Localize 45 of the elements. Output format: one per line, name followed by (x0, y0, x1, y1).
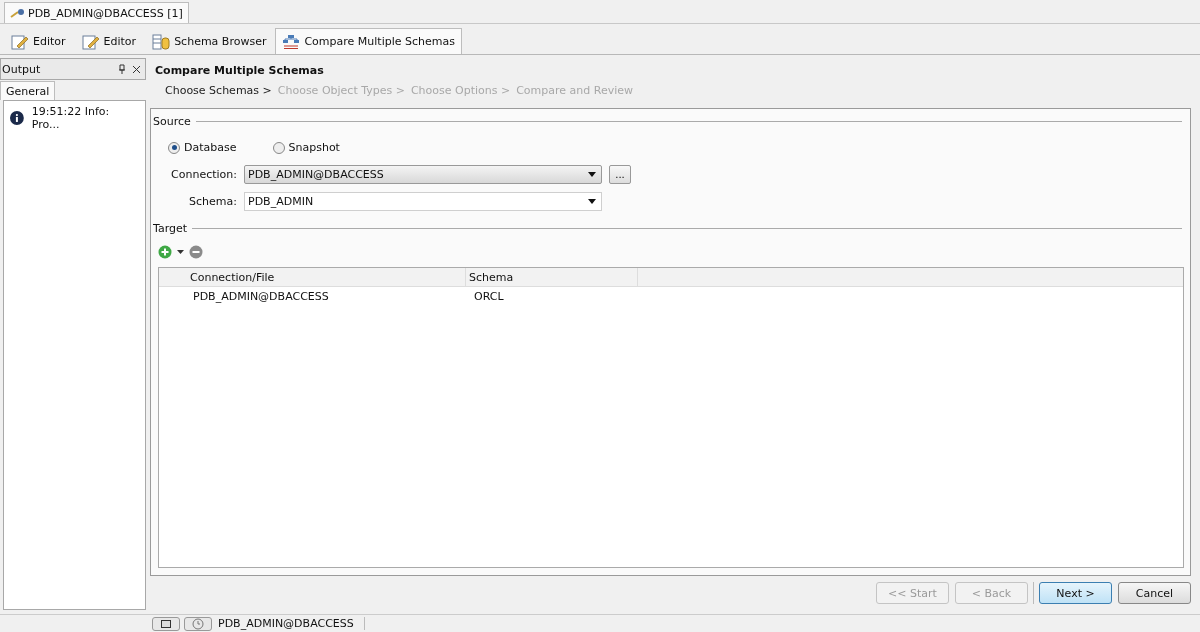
table-cylinder-icon (152, 33, 171, 50)
column-header[interactable]: Schema (466, 268, 638, 286)
wizard-title: Compare Multiple Schemas (154, 64, 325, 79)
radio-button[interactable] (272, 141, 285, 154)
add-icon[interactable] (158, 245, 172, 259)
plug-icon (10, 8, 26, 18)
wizard-step: Compare and Review (516, 84, 634, 106)
schema-dropdown[interactable]: PDB_ADMIN (244, 192, 602, 211)
editor-tab[interactable]: Compare Multiple Schemas (275, 28, 462, 54)
editor-tab[interactable]: Schema Browser (145, 28, 274, 54)
output-tab[interactable]: General (0, 81, 56, 100)
connection-tab[interactable]: PDB_ADMIN@DBACCESS [1] (4, 2, 189, 23)
pin-icon[interactable] (118, 64, 126, 74)
section-label: Source (153, 114, 191, 128)
wizard-step: Choose Object Types > (277, 84, 405, 106)
remove-icon[interactable] (189, 245, 203, 259)
connection-dropdown[interactable]: PDB_ADMIN@DBACCESS (244, 165, 602, 184)
info-icon (10, 111, 24, 125)
radio-button[interactable] (168, 141, 180, 154)
hierarchy-arrows-icon (282, 33, 301, 50)
dropdown-arrow-icon[interactable] (177, 250, 184, 254)
wizard-step: Choose Schemas > (165, 84, 272, 106)
field-label: Schema: (188, 195, 237, 208)
browse-button[interactable]: ... (609, 165, 631, 184)
section-label: Target (153, 221, 188, 235)
table-cell-text: PDB_ADMIN@DBACCESS (192, 289, 330, 303)
column-header[interactable]: Connection/File (187, 268, 466, 286)
wizard-step: Choose Options > (410, 84, 511, 106)
pencil-document-icon (11, 33, 29, 50)
close-icon[interactable] (132, 64, 141, 74)
editor-tab[interactable]: Editor (4, 28, 73, 54)
log-message: 19:51:22 Info: Pro... (31, 105, 111, 131)
caret-icon (588, 172, 596, 177)
editor-tab[interactable]: Editor (74, 28, 144, 54)
status-icon[interactable] (152, 616, 180, 631)
radio-option[interactable]: Snapshot (272, 141, 340, 154)
wizard-button[interactable]: Cancel (1118, 582, 1191, 604)
status-connection: PDB_ADMIN@DBACCESS (216, 617, 365, 630)
table-cell-text: ORCL (473, 289, 505, 303)
field-label: Connection: (170, 168, 237, 181)
radio-option[interactable]: Database (168, 141, 237, 154)
panel-title: Output (2, 62, 42, 76)
pencil-document-icon (81, 33, 100, 50)
caret-icon (588, 199, 596, 204)
wizard-button[interactable]: Next > (1039, 582, 1112, 604)
